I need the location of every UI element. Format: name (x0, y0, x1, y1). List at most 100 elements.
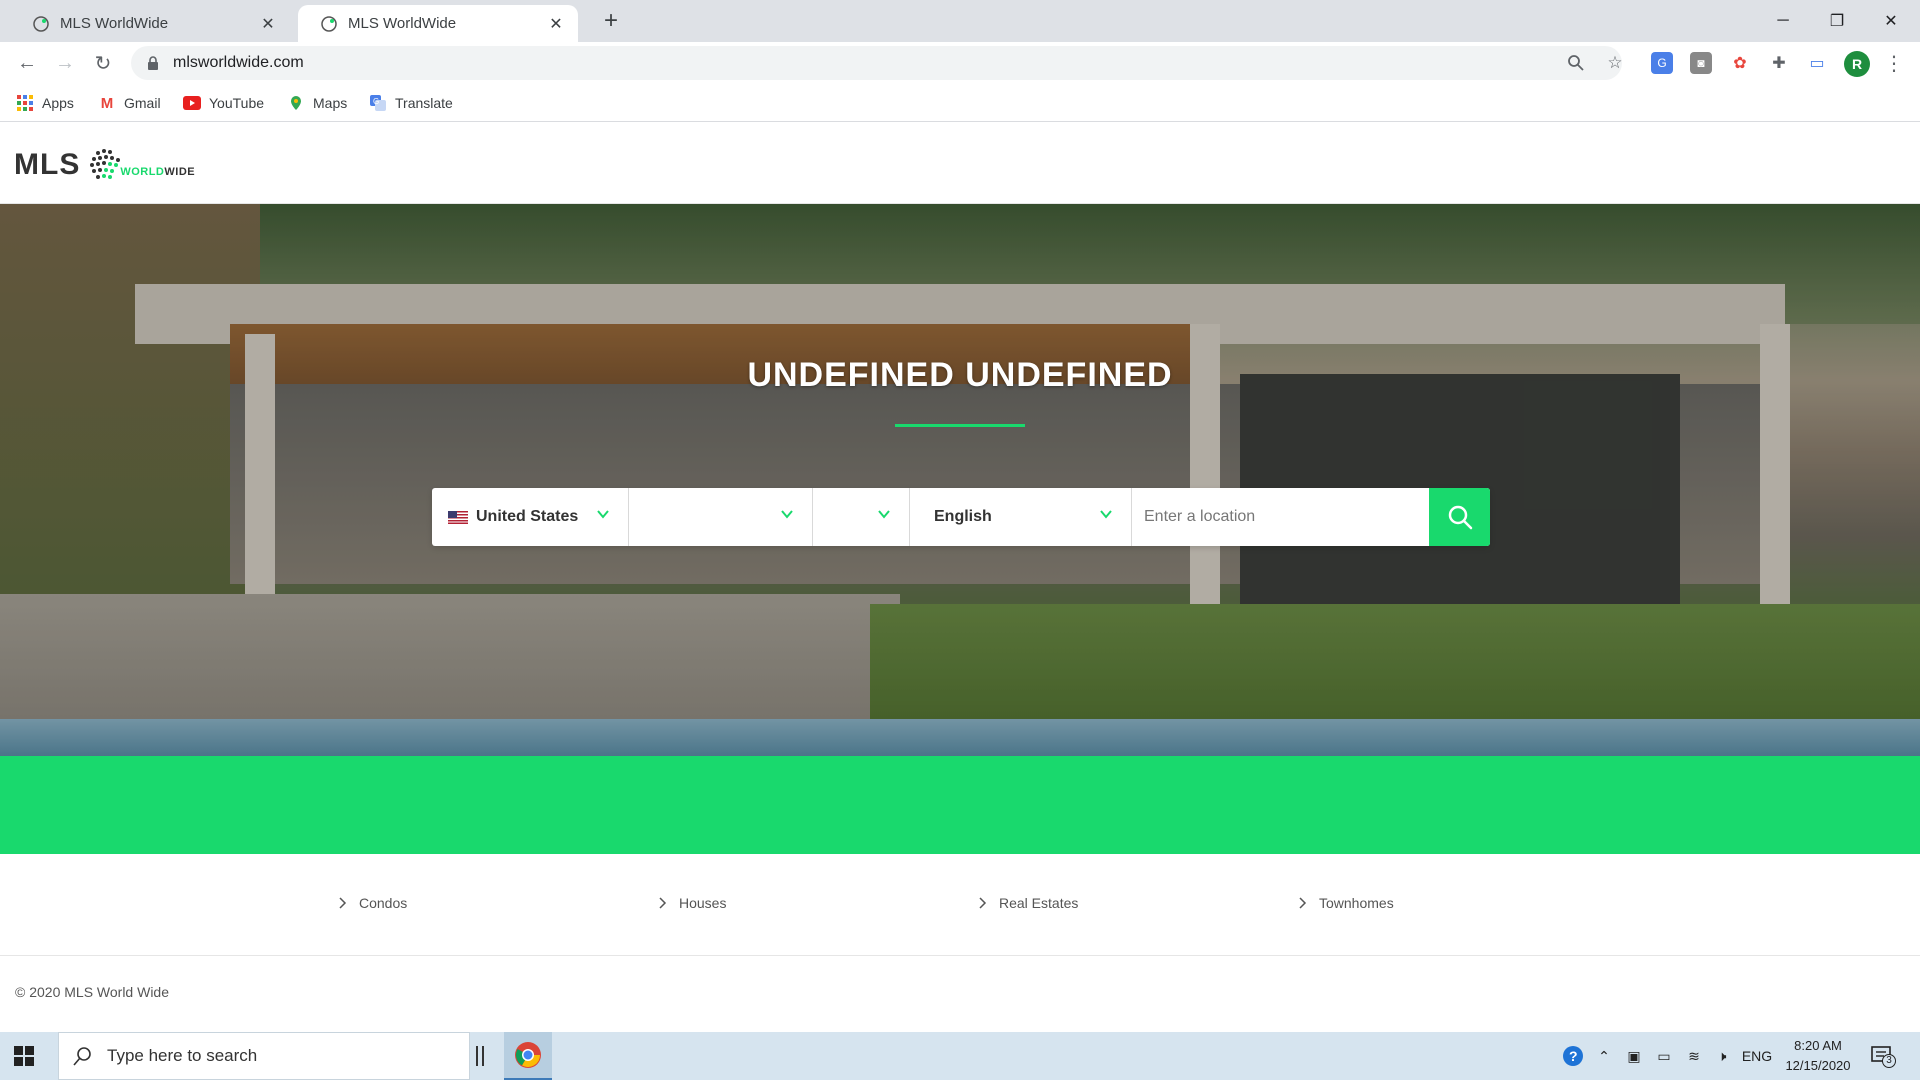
lock-icon (148, 56, 158, 70)
browser-tab-active[interactable]: MLS WorldWide ✕ (298, 5, 578, 42)
chevron-down-icon (597, 510, 609, 519)
search-icon (73, 1047, 91, 1066)
property-search-bar: United States English (432, 488, 1490, 546)
task-view-icon[interactable] (476, 1046, 484, 1066)
bookmark-label: Maps (313, 95, 348, 111)
minimize-icon[interactable]: ─ (1760, 6, 1806, 36)
region-select[interactable] (629, 488, 813, 546)
close-tab-icon[interactable]: ✕ (546, 14, 566, 34)
close-tab-icon[interactable]: ✕ (258, 14, 278, 34)
bookmark-label: Apps (42, 95, 74, 111)
battery-icon[interactable]: ▭ (1652, 1044, 1676, 1068)
category-label: Condos (359, 895, 408, 911)
site-header: MLS WORLDWIDE (0, 123, 1920, 204)
notifications-icon[interactable]: 3 (1870, 1044, 1896, 1068)
system-clock[interactable]: 8:20 AM 12/15/2020 (1778, 1036, 1858, 1076)
bookmarks-bar: Apps M Gmail YouTube Maps G Translate (0, 84, 1920, 122)
input-language[interactable]: ENG (1740, 1044, 1774, 1068)
back-icon[interactable]: ← (12, 48, 42, 78)
copyright-text: © 2020 MLS World Wide (15, 984, 170, 1000)
search-button[interactable] (1429, 488, 1490, 546)
svg-text:G: G (373, 97, 379, 106)
bookmark-star-icon[interactable]: ☆ (1605, 53, 1625, 73)
clock-time: 8:20 AM (1794, 1038, 1842, 1053)
chevron-right-icon (339, 897, 347, 909)
tab-title: MLS WorldWide (60, 15, 169, 32)
site-favicon-icon (32, 15, 50, 33)
profile-avatar[interactable]: R (1844, 51, 1870, 77)
browser-tab-strip: MLS WorldWide ✕ MLS WorldWide ✕ + ─ ❐ ✕ (0, 0, 1920, 42)
youtube-icon (183, 94, 201, 112)
help-icon[interactable]: ? (1560, 1044, 1586, 1068)
logo-wide: WIDE (164, 166, 196, 178)
taskbar-search-placeholder: Type here to search (107, 1046, 258, 1065)
restore-icon[interactable]: ❐ (1814, 6, 1860, 36)
language-value: English (934, 508, 992, 525)
clock-date: 12/15/2020 (1785, 1058, 1851, 1073)
hero-section: UNDEFINED UNDEFINED United States Englis… (0, 204, 1920, 756)
chevron-down-icon (878, 510, 890, 519)
bookmark-translate[interactable]: G Translate (369, 92, 453, 114)
address-bar[interactable]: mlsworldwide.com (131, 46, 1622, 80)
category-link-houses[interactable]: Houses (657, 895, 726, 911)
category-label: Townhomes (1319, 895, 1394, 911)
taskbar-search-box[interactable]: Type here to search (58, 1032, 470, 1080)
notification-count: 3 (1882, 1054, 1896, 1068)
globe-logo-icon (90, 149, 121, 179)
bookmark-maps[interactable]: Maps (287, 92, 347, 114)
browser-tab[interactable]: MLS WorldWide ✕ (10, 5, 290, 42)
bookmark-youtube[interactable]: YouTube (183, 92, 264, 114)
gmail-icon: M (100, 94, 114, 112)
extensions-puzzle-icon[interactable]: ✚ (1768, 52, 1790, 74)
bookmark-label: Translate (395, 95, 453, 111)
cast-icon[interactable]: ▭ (1806, 52, 1828, 74)
reload-icon[interactable]: ↻ (88, 48, 118, 78)
chrome-taskbar-icon[interactable] (504, 1032, 552, 1080)
hero-title-underline (895, 424, 1025, 427)
search-icon (1448, 505, 1472, 530)
bookmark-gmail[interactable]: M Gmail (98, 92, 161, 114)
translate-extension-icon[interactable]: G (1651, 52, 1673, 74)
chrome-icon (515, 1042, 541, 1068)
logo-subtext: WORLDWIDE (120, 166, 195, 178)
hero-title: UNDEFINED UNDEFINED (747, 356, 1173, 394)
show-hidden-icons-icon[interactable]: ⌃ (1594, 1044, 1614, 1068)
chevron-right-icon (979, 897, 987, 909)
category-link-condos[interactable]: Condos (337, 895, 407, 911)
extension-badge-icon[interactable]: ✿ (1729, 52, 1751, 74)
tab-title: MLS WorldWide (348, 15, 457, 32)
monitor-icon[interactable]: ▣ (1622, 1044, 1646, 1068)
category-link-townhomes[interactable]: Townhomes (1297, 895, 1394, 911)
country-value: United States (476, 508, 579, 525)
location-input[interactable] (1132, 507, 1422, 527)
category-links: Condos Houses Real Estates Townhomes (0, 854, 1920, 956)
close-window-icon[interactable]: ✕ (1868, 6, 1914, 36)
site-favicon-icon (320, 15, 338, 33)
url-text: mlsworldwide.com (173, 54, 304, 71)
windows-start-icon[interactable] (14, 1046, 34, 1066)
language-select[interactable]: English (910, 488, 1132, 546)
zoom-icon[interactable] (1566, 53, 1586, 73)
category-label: Real Estates (999, 895, 1079, 911)
country-select[interactable]: United States (432, 488, 629, 546)
logo-world: WORLD (120, 166, 165, 178)
svg-text:?: ? (1569, 1048, 1578, 1064)
site-footer: © 2020 MLS World Wide (0, 957, 1920, 1032)
bookmark-label: YouTube (209, 95, 265, 111)
category-link-real-estates[interactable]: Real Estates (977, 895, 1078, 911)
accent-band (0, 756, 1920, 854)
bookmark-apps[interactable]: Apps (16, 92, 74, 114)
bookmark-label: Gmail (124, 95, 161, 111)
apps-grid-icon (16, 94, 34, 112)
property-type-select[interactable] (813, 488, 910, 546)
browser-menu-icon[interactable]: ⋮ (1884, 51, 1904, 77)
extension-icon[interactable]: ◙ (1690, 52, 1712, 74)
new-tab-icon[interactable]: + (598, 9, 624, 35)
forward-icon[interactable]: → (50, 48, 80, 78)
site-logo[interactable]: MLS WORLDWIDE (14, 143, 195, 187)
wifi-icon[interactable]: ≋ (1682, 1044, 1706, 1068)
us-flag-icon (448, 510, 468, 524)
volume-muted-icon[interactable]: 🕨 (1710, 1044, 1734, 1068)
chevron-right-icon (1299, 897, 1307, 909)
windows-taskbar: Type here to search ? ⌃ ▣ ▭ ≋ 🕨 ENG 8:20… (0, 1032, 1920, 1080)
